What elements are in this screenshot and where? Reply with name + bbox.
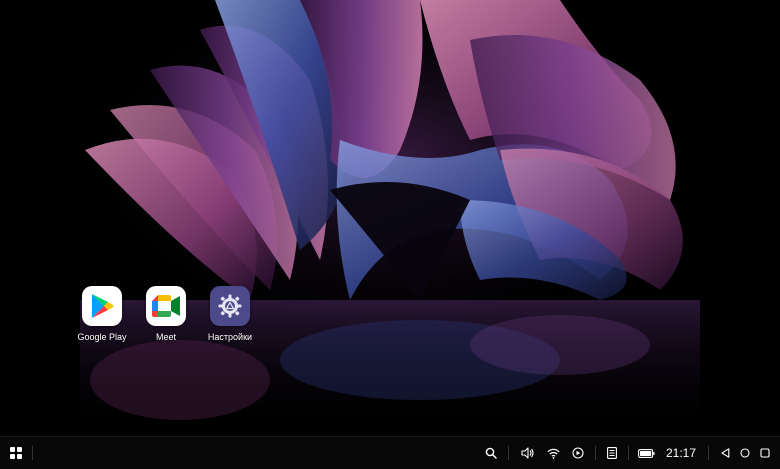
wallpaper [0,0,780,436]
app-label: Настройки [207,332,253,342]
google-meet-icon [146,286,186,326]
google-play-icon [82,286,122,326]
search-icon [485,447,497,459]
taskbar: 21:17 [0,436,780,469]
recents-icon [760,448,770,458]
divider [32,446,33,460]
divider [628,446,629,460]
app-meet[interactable]: Meet [134,286,198,342]
divider [508,446,509,460]
app-label: Google Play [77,332,127,342]
search-button[interactable] [483,445,499,461]
wifi-button[interactable] [545,445,561,461]
volume-icon [520,447,534,459]
recents-button[interactable] [757,445,773,461]
battery-icon [637,448,655,458]
app-launcher-button[interactable] [8,445,24,461]
desktop-icons: Google Play Meet Настройки [70,286,262,342]
back-button[interactable] [717,445,733,461]
home-icon [740,448,750,458]
record-icon [572,447,584,459]
divider [595,446,596,460]
volume-button[interactable] [519,445,535,461]
divider [708,446,709,460]
back-icon [720,448,729,458]
notes-icon [607,447,617,459]
screen-record-button[interactable] [570,445,586,461]
clock[interactable]: 21:17 [666,446,696,460]
app-launcher-icon [10,447,22,459]
app-google-play[interactable]: Google Play [70,286,134,342]
battery-button[interactable] [636,445,656,461]
settings-gear-icon [210,286,250,326]
home-button[interactable] [737,445,753,461]
app-label: Meet [155,332,176,342]
wifi-icon [546,448,560,459]
app-settings[interactable]: Настройки [198,286,262,342]
notes-button[interactable] [604,445,620,461]
